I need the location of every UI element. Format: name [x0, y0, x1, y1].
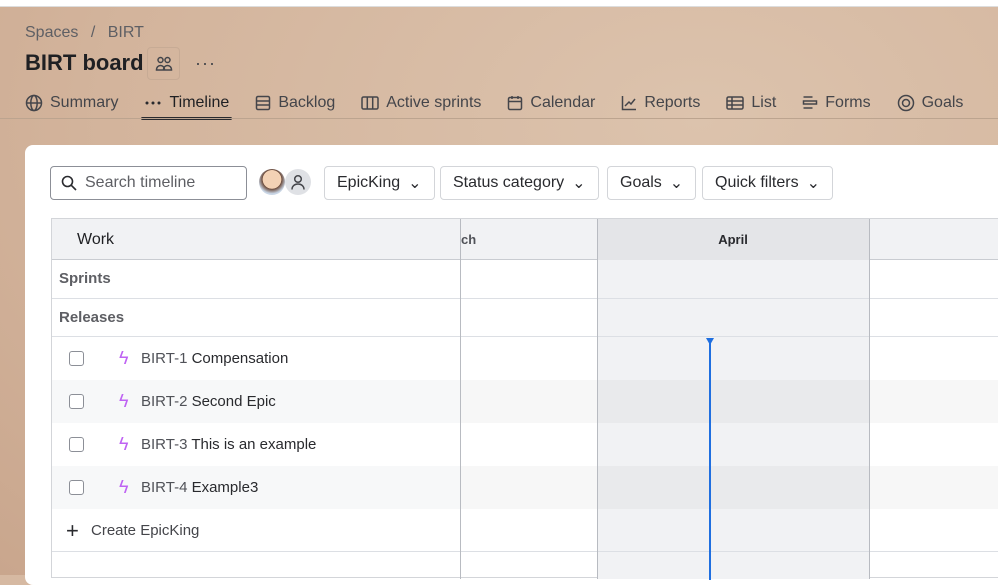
create-epic-button[interactable]: + Create EpicKing	[52, 509, 460, 552]
window-top	[0, 0, 998, 7]
team-button[interactable]	[147, 47, 180, 80]
item-key[interactable]: BIRT-4	[141, 479, 187, 496]
item-title: This is an example	[191, 436, 317, 453]
releases-label: Releases	[59, 309, 125, 326]
filter-quick-filters[interactable]: Quick filters ⌄	[702, 166, 833, 200]
chevron-down-icon: ⌄	[408, 175, 422, 192]
chart-icon	[622, 96, 637, 111]
item-key[interactable]: BIRT-1	[141, 350, 187, 367]
avatar-user[interactable]	[259, 169, 285, 195]
list-item[interactable]: ϟ BIRT-2 Second Epic	[52, 380, 460, 423]
tab-label: Active sprints	[386, 94, 482, 111]
today-line	[709, 340, 711, 580]
item-title: Compensation	[191, 350, 289, 367]
tab-label: Timeline	[169, 94, 230, 111]
item-text: BIRT-2 Second Epic	[141, 393, 276, 410]
tab-goals[interactable]: Goals	[897, 88, 964, 118]
list-item[interactable]: ϟ BIRT-4 Example3	[52, 466, 460, 509]
work-header: Work	[77, 231, 115, 248]
tab-reports[interactable]: Reports	[621, 88, 700, 118]
month-march: ch	[461, 232, 477, 247]
filter-goals[interactable]: Goals ⌄	[607, 166, 697, 200]
filter-label: Goals	[620, 174, 662, 191]
plus-icon: +	[66, 517, 79, 543]
tab-backlog[interactable]: Backlog	[255, 88, 335, 118]
breadcrumb: Spaces / BIRT	[25, 24, 144, 42]
filter-label: EpicKing	[337, 174, 401, 191]
tabs-divider	[0, 118, 998, 119]
row-checkbox[interactable]	[69, 394, 84, 409]
month-divider	[597, 219, 598, 579]
calendar-icon	[508, 96, 523, 111]
filter-epicking[interactable]: EpicKing ⌄	[324, 166, 435, 200]
list-item[interactable]: ϟ BIRT-3 This is an example	[52, 423, 460, 466]
search-input[interactable]: Search timeline	[50, 166, 247, 200]
chevron-down-icon: ⌄	[669, 175, 684, 192]
search-icon	[61, 175, 77, 191]
filter-status-category[interactable]: Status category ⌄	[440, 166, 599, 200]
tab-label: Summary	[50, 94, 119, 111]
divider	[52, 551, 998, 552]
item-title: Second Epic	[191, 393, 276, 410]
search-placeholder: Search timeline	[85, 174, 196, 191]
item-text: BIRT-1 Compensation	[141, 350, 288, 367]
row-checkbox[interactable]	[69, 480, 84, 495]
breadcrumb-spaces[interactable]: Spaces	[25, 24, 78, 41]
tab-label: Forms	[825, 94, 871, 111]
divider	[52, 298, 998, 299]
tab-label: Reports	[644, 94, 701, 111]
chevron-down-icon: ⌄	[572, 175, 586, 192]
item-text: BIRT-4 Example3	[141, 479, 258, 496]
item-title: Example3	[191, 479, 259, 496]
chevron-down-icon: ⌄	[806, 175, 820, 192]
row-checkbox[interactable]	[69, 351, 84, 366]
list-icon	[256, 95, 271, 111]
item-key[interactable]: BIRT-2	[141, 393, 187, 410]
epic-icon: ϟ	[119, 477, 129, 497]
row-bg	[460, 466, 998, 509]
tab-forms[interactable]: Forms	[802, 88, 871, 118]
tab-active-sprints[interactable]: Active sprints	[361, 88, 481, 118]
people-icon	[155, 56, 172, 71]
dots-icon	[145, 101, 161, 105]
epic-icon: ϟ	[119, 391, 129, 411]
target-icon	[897, 94, 914, 112]
tab-label: Goals	[921, 94, 964, 111]
month-april: April	[718, 232, 748, 247]
tab-list[interactable]: List	[726, 88, 776, 118]
epic-icon: ϟ	[119, 434, 129, 454]
create-label: Create EpicKing	[91, 522, 200, 539]
breadcrumb-separator: /	[90, 24, 96, 41]
more-actions-button[interactable]: ···	[195, 53, 216, 74]
tab-calendar[interactable]: Calendar	[507, 88, 595, 118]
tab-label: List	[751, 94, 777, 111]
filter-label: Quick filters	[715, 174, 799, 191]
sprints-label: Sprints	[59, 270, 111, 287]
timeline-grid: Work ch April Sprints Releases ϟ BIRT-1 C…	[51, 218, 998, 580]
person-icon	[291, 174, 305, 190]
globe-icon	[25, 94, 43, 112]
epic-icon: ϟ	[119, 348, 129, 368]
breadcrumb-project[interactable]: BIRT	[108, 24, 144, 41]
avatar-unassigned[interactable]	[285, 169, 311, 195]
row-bg	[460, 380, 998, 423]
page-title: BIRT board	[25, 50, 144, 75]
columns-icon	[361, 96, 379, 110]
item-key[interactable]: BIRT-3	[141, 436, 187, 453]
nav-tabs: Summary Timeline Backlog Active sprints …	[25, 88, 989, 120]
tab-timeline[interactable]: Timeline	[141, 88, 233, 120]
tab-label: Backlog	[278, 94, 336, 111]
item-text: BIRT-3 This is an example	[141, 436, 316, 453]
month-divider	[869, 219, 870, 579]
column-resize-handle[interactable]	[460, 219, 461, 579]
filter-label: Status category	[453, 174, 565, 191]
row-checkbox[interactable]	[69, 437, 84, 452]
forms-icon	[803, 96, 818, 109]
list-item[interactable]: ϟ BIRT-1 Compensation	[52, 337, 460, 380]
table-icon	[726, 96, 745, 110]
tab-label: Calendar	[530, 94, 596, 111]
tab-summary[interactable]: Summary	[25, 88, 118, 118]
